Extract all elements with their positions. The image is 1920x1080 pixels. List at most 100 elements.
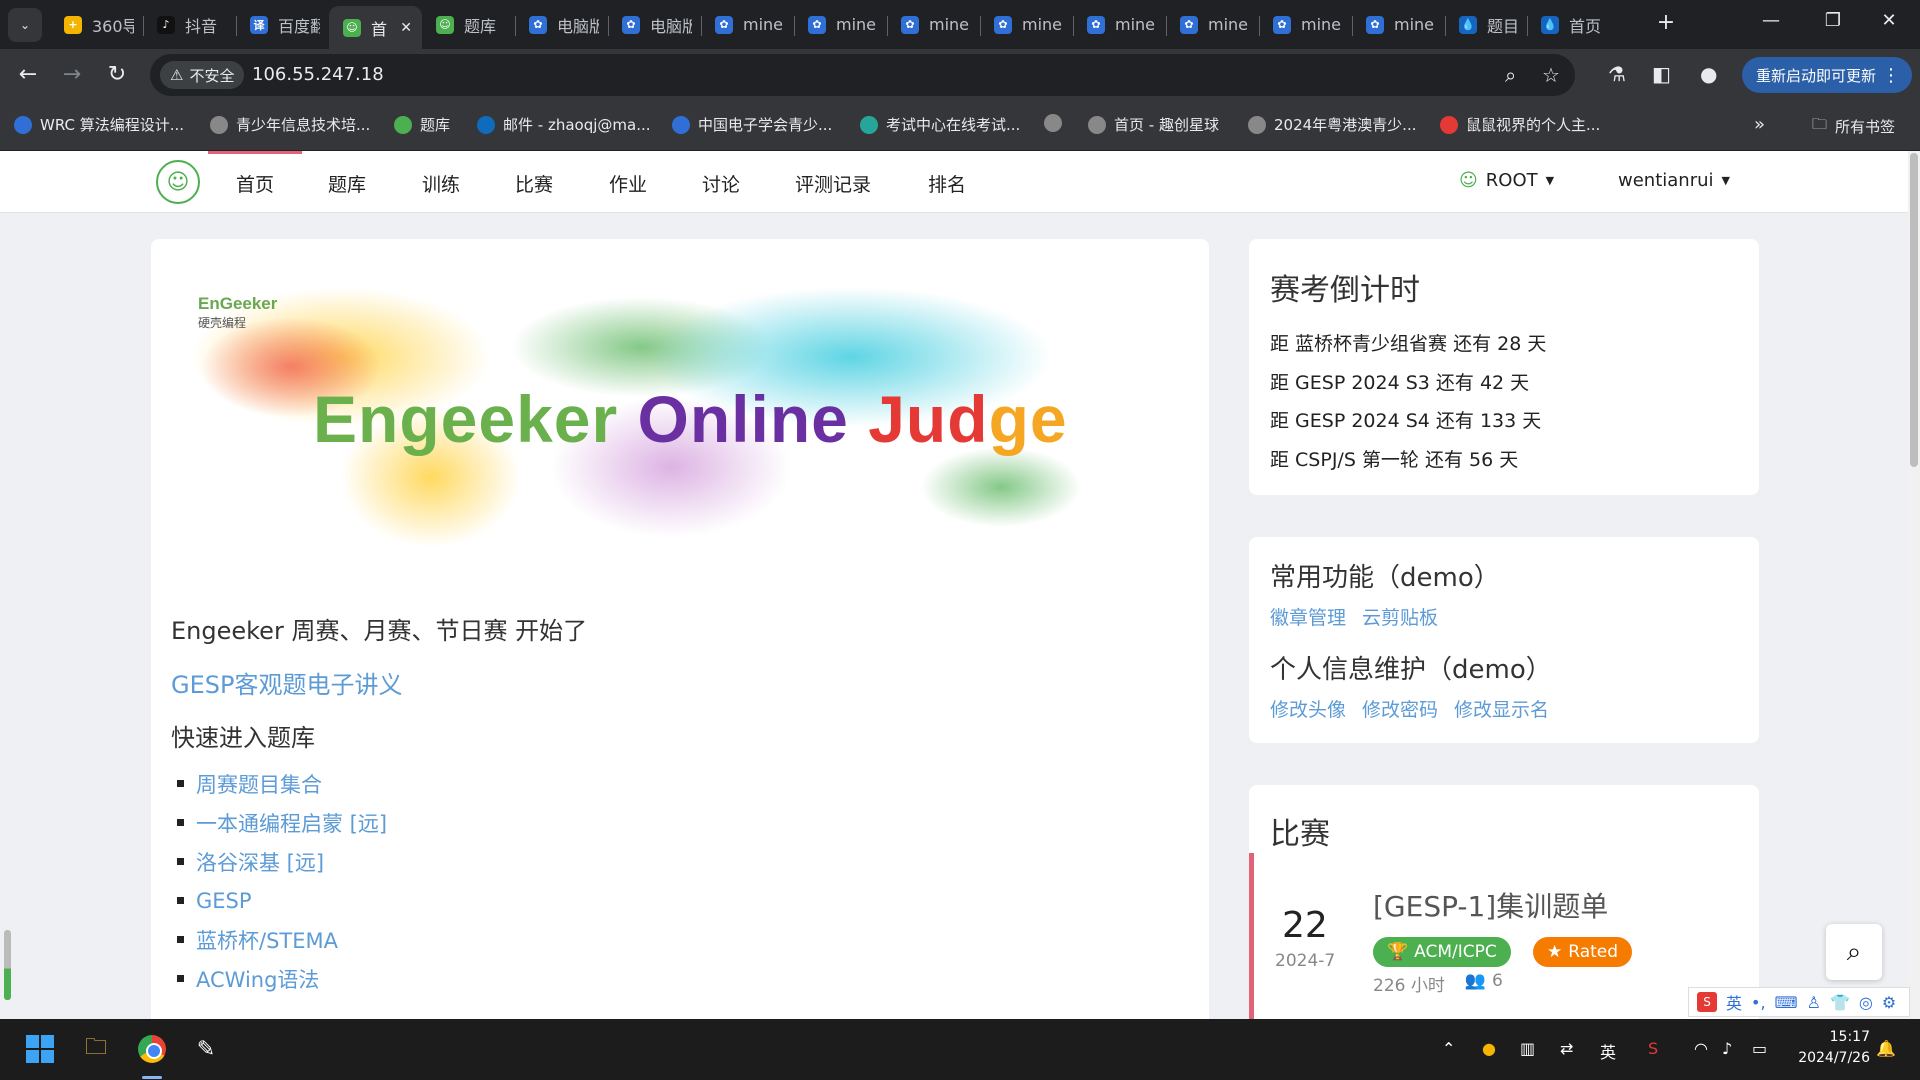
tab-search-button[interactable]: ⌄ <box>8 8 42 42</box>
tray-settings-icon[interactable]: ⇄ <box>1560 1039 1573 1058</box>
windows-start-icon[interactable] <box>24 1033 56 1065</box>
contest-title[interactable]: [GESP-1]集训题单 <box>1373 885 1608 925</box>
nav-problems[interactable]: 题库 <box>328 170 366 197</box>
quick-link[interactable]: 洛谷深基 [远] <box>196 847 324 877</box>
search-fab[interactable]: ⌕ <box>1826 924 1882 980</box>
side-panel-icon[interactable]: ◧ <box>1652 62 1671 86</box>
nav-records[interactable]: 评测记录 <box>795 170 871 197</box>
bookmark-item[interactable]: 邮件 - zhaoqj@ma... <box>477 114 651 135</box>
keyboard-icon[interactable]: ⌨ <box>1775 993 1798 1012</box>
list-item[interactable]: 蓝桥杯/STEMA <box>171 920 387 959</box>
browser-tab[interactable]: 译百度翻 <box>236 6 329 43</box>
bookmark-star-icon[interactable]: ☆ <box>1542 63 1560 87</box>
new-tab-button[interactable]: + <box>1652 10 1680 35</box>
bookmark-item[interactable]: 首页 - 趣创星球 <box>1088 114 1219 135</box>
browser-tab[interactable]: ✿ 电脑版 <box>608 6 701 43</box>
minimize-button[interactable]: — <box>1748 10 1794 31</box>
browser-tab[interactable]: ✿ mine <box>1259 6 1352 43</box>
quick-link[interactable]: 周赛题目集合 <box>196 769 322 799</box>
ime-mode[interactable]: 英 <box>1726 990 1742 1014</box>
bookmark-item[interactable]: WRC 算法编程设计... <box>14 114 184 135</box>
close-tab-icon[interactable]: ✕ <box>400 20 412 36</box>
list-item[interactable]: 周赛题目集合 <box>171 764 387 803</box>
settings-icon[interactable]: ⚙ <box>1882 993 1896 1012</box>
browser-tab[interactable]: ✿ mine <box>980 6 1073 43</box>
more-bookmarks-icon[interactable]: » <box>1754 114 1765 135</box>
volume-icon[interactable]: ♪ <box>1722 1039 1732 1058</box>
forward-icon[interactable]: → <box>58 61 86 89</box>
browser-tab[interactable]: ☺ 首 ✕ <box>329 6 422 49</box>
change-password-link[interactable]: 修改密码 <box>1362 695 1438 722</box>
battery-icon[interactable]: ▭ <box>1752 1039 1767 1058</box>
user-menu[interactable]: wentianrui ▼ <box>1618 170 1730 191</box>
cloud-clipboard-link[interactable]: 云剪贴板 <box>1362 603 1438 630</box>
quick-link[interactable]: 蓝桥杯/STEMA <box>196 925 338 955</box>
browser-tab[interactable]: +360导 <box>50 6 143 43</box>
bookmark-item[interactable]: 中国电子学会青少... <box>672 114 832 135</box>
change-avatar-link[interactable]: 修改头像 <box>1270 695 1346 722</box>
zoom-icon[interactable]: ⌕ <box>1505 63 1516 87</box>
close-window-button[interactable]: ✕ <box>1866 10 1912 31</box>
labs-icon[interactable]: ⚗ <box>1608 62 1626 86</box>
chrome-icon[interactable] <box>136 1033 168 1065</box>
tray-sogou-icon[interactable]: S <box>1648 1039 1658 1058</box>
bookmark-item[interactable] <box>1044 114 1070 132</box>
bookmark-item[interactable]: 考试中心在线考试... <box>860 114 1020 135</box>
browser-tab[interactable]: ✿ mine <box>1352 6 1445 43</box>
quick-link[interactable]: 一本通编程启蒙 [远] <box>196 808 387 838</box>
all-bookmarks[interactable]: 🗀 所有书签 <box>1812 114 1895 139</box>
system-clock[interactable]: 15:17 2024/7/26 <box>1790 1027 1870 1069</box>
browser-tab[interactable]: ☺ 题库 <box>422 6 515 43</box>
maximize-button[interactable]: ❐ <box>1810 10 1856 31</box>
list-item[interactable]: 一本通编程启蒙 [远] <box>171 803 387 842</box>
side-widget[interactable] <box>4 930 11 1000</box>
quick-link[interactable]: GESP <box>196 889 252 913</box>
update-button[interactable]: 重新启动即可更新 ⋮ <box>1742 57 1912 93</box>
browser-tab[interactable]: ✿ mine <box>887 6 980 43</box>
site-logo[interactable]: ☺ <box>156 160 200 204</box>
browser-tab[interactable]: 💧 首页 <box>1527 6 1609 43</box>
bookmark-item[interactable]: 青少年信息技术培... <box>210 114 370 135</box>
security-chip[interactable]: ⚠ 不安全 <box>160 61 245 89</box>
sogou-icon[interactable]: S <box>1697 992 1717 1012</box>
browser-tab[interactable]: ✿ mine <box>1073 6 1166 43</box>
gesp-notes-link[interactable]: GESP客观题电子讲义 <box>171 665 402 700</box>
tray-ime[interactable]: 英 <box>1600 1039 1616 1063</box>
reload-icon[interactable]: ↻ <box>103 61 131 89</box>
nav-home[interactable]: 首页 <box>207 151 303 197</box>
bookmark-item[interactable]: 题库 <box>394 114 450 135</box>
nav-contests[interactable]: 比赛 <box>515 170 553 197</box>
list-item[interactable]: 洛谷深基 [远] <box>171 842 387 881</box>
person-icon[interactable]: ♙ <box>1807 993 1821 1012</box>
scrollbar-thumb[interactable] <box>1910 153 1918 467</box>
profile-icon[interactable]: ● <box>1700 62 1717 86</box>
root-menu[interactable]: ☺ ROOT ▼ <box>1459 170 1554 191</box>
quick-link[interactable]: ACWing语法 <box>196 964 319 994</box>
tray-overflow-icon[interactable]: ⌃ <box>1442 1039 1455 1058</box>
address-bar[interactable]: ⚠ 不安全 106.55.247.18 ⌕ ☆ <box>150 54 1575 96</box>
page-scrollbar[interactable] <box>1908 151 1920 1019</box>
browser-tab[interactable]: ✿ mine <box>701 6 794 43</box>
nav-homework[interactable]: 作业 <box>609 170 647 197</box>
notification-bell-icon[interactable]: 🔔 <box>1876 1039 1896 1058</box>
wifi-icon[interactable]: ◠ <box>1694 1039 1708 1058</box>
bookmark-item[interactable]: 2024年粤港澳青少... <box>1248 114 1416 135</box>
browser-tab[interactable]: ✿ mine <box>794 6 887 43</box>
app-icon[interactable]: ✎ <box>190 1033 222 1065</box>
url-text[interactable]: 106.55.247.18 <box>252 64 384 85</box>
bookmark-item[interactable]: 鼠鼠视界的个人主... <box>1440 114 1600 135</box>
browser-tab[interactable]: 💧 题目 <box>1445 6 1527 43</box>
list-item[interactable]: ACWing语法 <box>171 959 387 998</box>
browser-tab[interactable]: ✿ 电脑版 <box>515 6 608 43</box>
nav-ranking[interactable]: 排名 <box>928 170 966 197</box>
badge-management-link[interactable]: 徽章管理 <box>1270 603 1346 630</box>
file-explorer-icon[interactable]: 🗀 <box>80 1033 112 1065</box>
skin-icon[interactable]: 👕 <box>1830 993 1850 1012</box>
browser-tab[interactable]: ✿ mine <box>1166 6 1259 43</box>
list-item[interactable]: GESP <box>171 881 387 920</box>
punctuation-icon[interactable]: •, <box>1751 993 1766 1012</box>
ai-icon[interactable]: ◎ <box>1859 993 1873 1012</box>
nav-discuss[interactable]: 讨论 <box>702 170 740 197</box>
browser-tab[interactable]: ♪ 抖音 <box>143 6 236 43</box>
back-icon[interactable]: ← <box>14 61 42 89</box>
